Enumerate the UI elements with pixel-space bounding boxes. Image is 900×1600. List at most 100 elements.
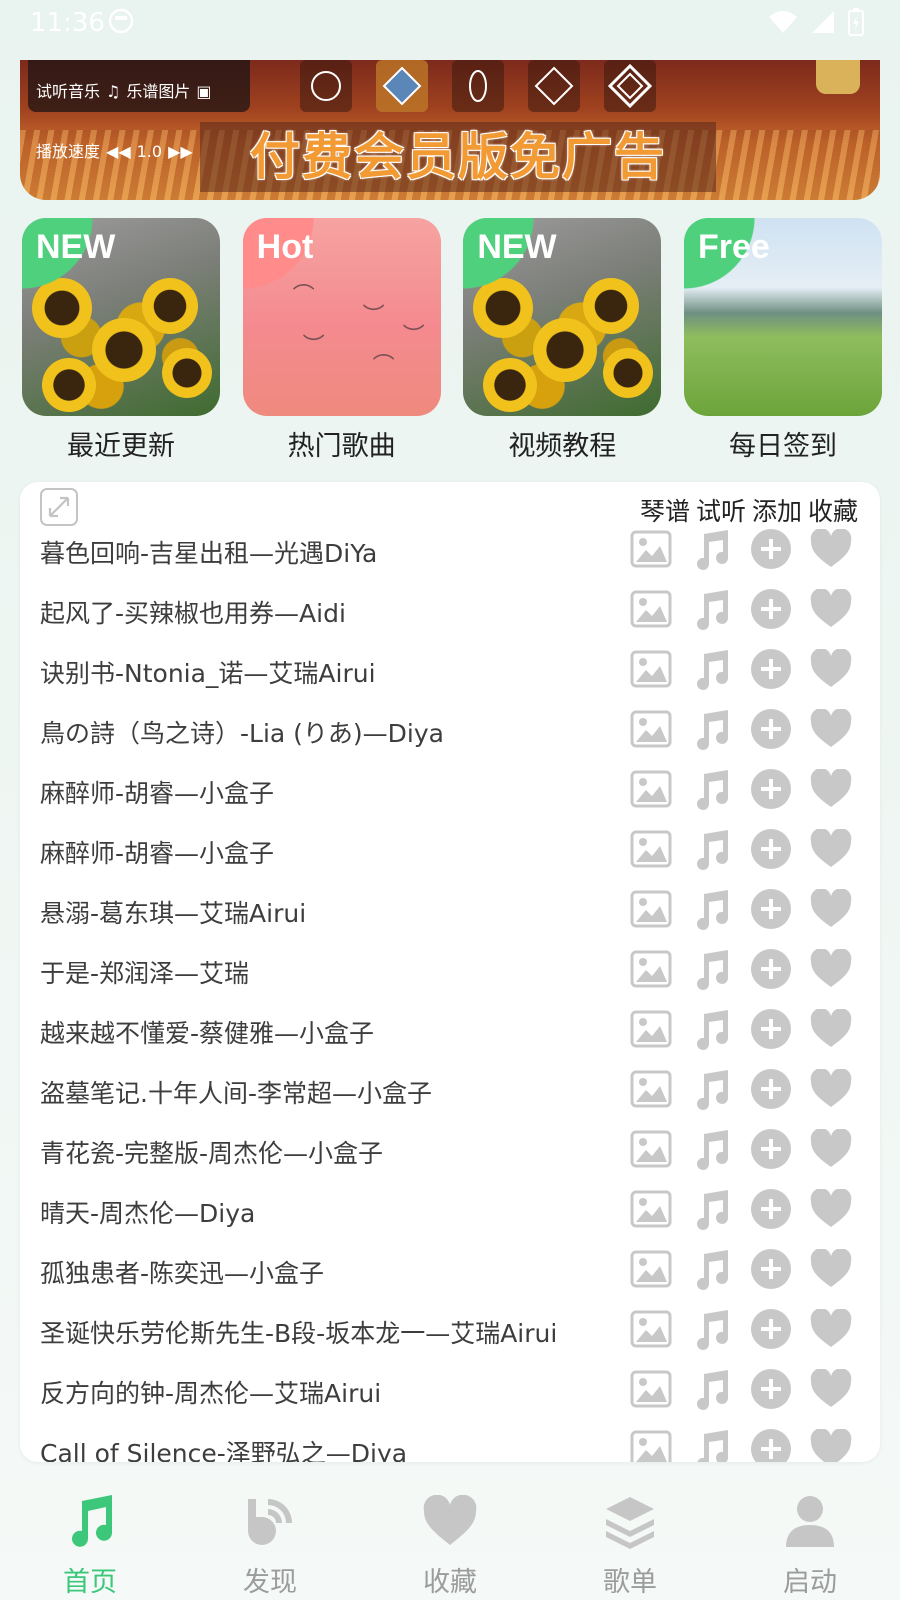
sheet-image-icon[interactable] (630, 708, 672, 750)
song-title[interactable]: 反方向的钟-周杰伦—艾瑞Airui (40, 1374, 625, 1410)
tab-favorites[interactable]: 收藏 (360, 1476, 540, 1600)
heart-icon[interactable] (810, 1428, 852, 1462)
add-icon[interactable] (750, 528, 792, 570)
song-title[interactable]: 麻醉师-胡睿—小盒子 (40, 834, 625, 870)
tab-discover[interactable]: 发现 (180, 1476, 360, 1600)
song-title[interactable]: 鳥の詩（鸟之诗）-Lia (りあ)—Diya (40, 714, 625, 750)
add-icon[interactable] (750, 588, 792, 630)
add-icon[interactable] (750, 1128, 792, 1170)
music-note-icon[interactable] (690, 588, 732, 630)
add-icon[interactable] (750, 768, 792, 810)
song-row[interactable]: 越来越不懂爱-蔡健雅—小盒子 (20, 1000, 880, 1060)
sheet-image-icon[interactable] (630, 1368, 672, 1410)
song-row[interactable]: 诀别书-Ntonia_诺—艾瑞Airui (20, 640, 880, 700)
sheet-image-icon[interactable] (630, 768, 672, 810)
sheet-image-icon[interactable] (630, 1008, 672, 1050)
music-note-icon[interactable] (690, 1308, 732, 1350)
song-title[interactable]: 晴天-周杰伦—Diya (40, 1194, 625, 1230)
sheet-image-icon[interactable] (630, 1128, 672, 1170)
heart-icon[interactable] (810, 528, 852, 570)
song-row[interactable]: 暮色回响-吉星出租—光遇DiYa (20, 520, 880, 580)
quick-link-daily-checkin[interactable]: Free 每日签到 (683, 218, 882, 463)
tab-home[interactable]: 首页 (0, 1476, 180, 1600)
song-title[interactable]: 越来越不懂爱-蔡健雅—小盒子 (40, 1014, 625, 1050)
sheet-image-icon[interactable] (630, 1428, 672, 1462)
music-note-icon[interactable] (690, 1428, 732, 1462)
song-title[interactable]: 孤独患者-陈奕迅—小盒子 (40, 1254, 625, 1290)
add-icon[interactable] (750, 1248, 792, 1290)
song-title[interactable]: 暮色回响-吉星出租—光遇DiYa (40, 534, 625, 570)
heart-icon[interactable] (810, 708, 852, 750)
heart-icon[interactable] (810, 1308, 852, 1350)
song-row[interactable]: 麻醉师-胡睿—小盒子 (20, 820, 880, 880)
heart-icon[interactable] (810, 1068, 852, 1110)
add-icon[interactable] (750, 948, 792, 990)
song-title[interactable]: 于是-郑润泽—艾瑞 (40, 954, 625, 990)
music-note-icon[interactable] (690, 648, 732, 690)
heart-icon[interactable] (810, 1368, 852, 1410)
heart-icon[interactable] (810, 828, 852, 870)
tab-playlists[interactable]: 歌单 (540, 1476, 720, 1600)
music-note-icon[interactable] (690, 1128, 732, 1170)
song-title[interactable]: 起风了-买辣椒也用券—Aidi (40, 594, 625, 630)
song-row[interactable]: 起风了-买辣椒也用券—Aidi (20, 580, 880, 640)
add-icon[interactable] (750, 1188, 792, 1230)
song-row[interactable]: 反方向的钟-周杰伦—艾瑞Airui (20, 1360, 880, 1420)
song-row[interactable]: 麻醉师-胡睿—小盒子 (20, 760, 880, 820)
quick-link-video-tutorials[interactable]: NEW 视频教程 (463, 218, 662, 463)
tab-launch[interactable]: 启动 (720, 1476, 900, 1600)
heart-icon[interactable] (810, 1008, 852, 1050)
song-row[interactable]: Call of Silence-泽野弘之—Diya (20, 1420, 880, 1462)
sheet-image-icon[interactable] (630, 648, 672, 690)
song-row[interactable]: 圣诞快乐劳伦斯先生-B段-坂本龙一—艾瑞Airui (20, 1300, 880, 1360)
heart-icon[interactable] (810, 888, 852, 930)
heart-icon[interactable] (810, 1248, 852, 1290)
music-note-icon[interactable] (690, 888, 732, 930)
quick-link-hot-songs[interactable]: ⌒ ︶ ︶ ⌒ ︶ Hot 热门歌曲 (242, 218, 441, 463)
music-note-icon[interactable] (690, 1368, 732, 1410)
sheet-image-icon[interactable] (630, 528, 672, 570)
song-row[interactable]: 盗墓笔记.十年人间-李常超—小盒子 (20, 1060, 880, 1120)
song-title[interactable]: 盗墓笔记.十年人间-李常超—小盒子 (40, 1074, 625, 1110)
heart-icon[interactable] (810, 1128, 852, 1170)
sheet-image-icon[interactable] (630, 1188, 672, 1230)
add-icon[interactable] (750, 708, 792, 750)
song-title[interactable]: 麻醉师-胡睿—小盒子 (40, 774, 625, 810)
sheet-image-icon[interactable] (630, 1308, 672, 1350)
music-note-icon[interactable] (690, 1188, 732, 1230)
add-icon[interactable] (750, 1008, 792, 1050)
add-icon[interactable] (750, 888, 792, 930)
heart-icon[interactable] (810, 948, 852, 990)
add-icon[interactable] (750, 648, 792, 690)
music-note-icon[interactable] (690, 948, 732, 990)
sheet-image-icon[interactable] (630, 888, 672, 930)
song-row[interactable]: 青花瓷-完整版-周杰伦—小盒子 (20, 1120, 880, 1180)
music-note-icon[interactable] (690, 528, 732, 570)
heart-icon[interactable] (810, 588, 852, 630)
song-title[interactable]: Call of Silence-泽野弘之—Diya (40, 1434, 625, 1462)
heart-icon[interactable] (810, 1188, 852, 1230)
add-icon[interactable] (750, 1308, 792, 1350)
ad-banner[interactable]: 试听音乐 ♫ 乐谱图片 ▣ 播放速度 ◀◀ 1.0 ▶▶ 付费会员版免广告 (20, 60, 880, 200)
song-row[interactable]: 晴天-周杰伦—Diya (20, 1180, 880, 1240)
song-title[interactable]: 悬溺-葛东琪—艾瑞Airui (40, 894, 625, 930)
song-row[interactable]: 悬溺-葛东琪—艾瑞Airui (20, 880, 880, 940)
song-row[interactable]: 鳥の詩（鸟之诗）-Lia (りあ)—Diya (20, 700, 880, 760)
music-note-icon[interactable] (690, 708, 732, 750)
song-title[interactable]: 青花瓷-完整版-周杰伦—小盒子 (40, 1134, 625, 1170)
add-icon[interactable] (750, 1428, 792, 1462)
music-note-icon[interactable] (690, 1248, 732, 1290)
song-title[interactable]: 圣诞快乐劳伦斯先生-B段-坂本龙一—艾瑞Airui (40, 1314, 625, 1350)
song-row[interactable]: 孤独患者-陈奕迅—小盒子 (20, 1240, 880, 1300)
add-icon[interactable] (750, 1068, 792, 1110)
music-note-icon[interactable] (690, 828, 732, 870)
song-row[interactable]: 于是-郑润泽—艾瑞 (20, 940, 880, 1000)
sheet-image-icon[interactable] (630, 1248, 672, 1290)
music-note-icon[interactable] (690, 1068, 732, 1110)
sheet-image-icon[interactable] (630, 828, 672, 870)
add-icon[interactable] (750, 828, 792, 870)
quick-link-recent[interactable]: NEW 最近更新 (22, 218, 220, 463)
music-note-icon[interactable] (690, 1008, 732, 1050)
music-note-icon[interactable] (690, 768, 732, 810)
heart-icon[interactable] (810, 768, 852, 810)
